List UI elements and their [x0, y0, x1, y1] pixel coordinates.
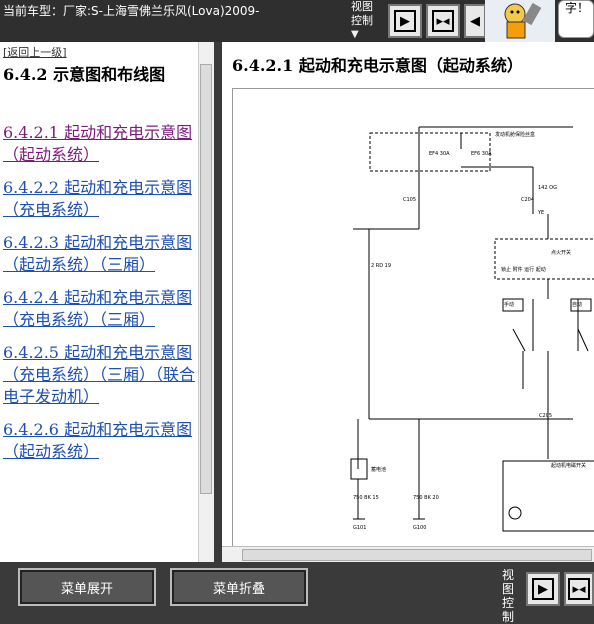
toc-item[interactable]: 6.4.2.2 起动和充电示意图（充电系统） — [3, 177, 195, 221]
toc-item[interactable]: 6.4.2.4 起动和充电示意图（充电系统）（三厢） — [3, 287, 195, 331]
content-panel: 6.4.2.1 起动和充电示意图（起动系统） 发动机舱保险丝盒 EF4 30A … — [222, 42, 594, 562]
svg-text:蓄电池: 蓄电池 — [371, 466, 386, 473]
mascot-image — [485, 0, 555, 42]
panel-divider[interactable] — [214, 42, 222, 562]
expand-horizontal-icon: ▸◂ — [432, 10, 454, 32]
svg-text:C205: C205 — [539, 413, 552, 419]
svg-text:锁止 附件 运行 起动: 锁止 附件 运行 起动 — [501, 266, 546, 273]
svg-text:750 BK 15: 750 BK 15 — [353, 495, 379, 501]
toc-panel: [返回上一级] 6.4.2 示意图和布线图 6.4.2.1 起动和充电示意图（起… — [0, 42, 215, 562]
svg-text:EF6 30A: EF6 30A — [471, 151, 492, 157]
scrollbar-thumb[interactable] — [242, 549, 592, 561]
toc-item[interactable]: 6.4.2.1 起动和充电示意图（起动系统） — [3, 122, 195, 166]
svg-text:发动机舱保险丝盒: 发动机舱保险丝盒 — [495, 131, 535, 138]
callout-text: 字！ — [565, 1, 590, 15]
page-title: 6.4.2.1 起动和充电示意图（起动系统） — [232, 56, 523, 75]
svg-text:750 BK 20: 750 BK 20 — [413, 495, 439, 501]
toc-item[interactable]: 6.4.2.6 起动和充电示意图（起动系统） — [3, 419, 195, 463]
view-control-label-bottom: 视图控制 — [502, 568, 515, 624]
left-arrow-icon: ◀ — [470, 13, 480, 29]
bottom-toolbar: 菜单展开 菜单折叠 视图控制 ▶ ▸◂ — [0, 562, 594, 624]
toc-item[interactable]: 6.4.2.5 起动和充电示意图（充电系统）（三厢）（联合电子发动机） — [3, 342, 195, 408]
svg-text:手动: 手动 — [504, 301, 514, 308]
next-page-button[interactable]: ▶ — [388, 4, 422, 38]
diagram-horizontal-scrollbar[interactable] — [222, 546, 594, 562]
svg-text:142 OG: 142 OG — [538, 185, 557, 191]
wiring-diagram: 发动机舱保险丝盒 EF4 30A EF6 30A C105 C204 142 O… — [232, 88, 594, 549]
svg-text:2 RD 19: 2 RD 19 — [371, 263, 391, 269]
menu-expand-button[interactable]: 菜单展开 — [18, 568, 156, 606]
toc-scrollbar[interactable] — [198, 42, 214, 562]
prev-page-button[interactable]: ◀ — [464, 4, 486, 38]
down-arrow-icon: ▼ — [351, 29, 359, 40]
right-arrow-icon: ▶ — [394, 10, 416, 32]
view-control-label: 视图控制 ▼ — [351, 0, 381, 42]
svg-text:C204: C204 — [521, 197, 534, 203]
svg-text:自动: 自动 — [572, 301, 582, 308]
expand-horizontal-icon: ▸◂ — [568, 578, 590, 600]
scrollbar-thumb[interactable] — [200, 64, 212, 494]
toc-list: 6.4.2.1 起动和充电示意图（起动系统） 6.4.2.2 起动和充电示意图（… — [3, 122, 195, 474]
svg-text:EF4 30A: EF4 30A — [429, 151, 450, 157]
back-link[interactable]: [返回上一级] — [3, 44, 67, 60]
svg-text:G100: G100 — [413, 525, 426, 531]
svg-text:点火开关: 点火开关 — [551, 249, 571, 256]
next-page-button-bottom[interactable]: ▶ — [526, 572, 560, 606]
toc-item[interactable]: 6.4.2.3 起动和充电示意图（起动系统）（三厢） — [3, 232, 195, 276]
right-arrow-icon: ▶ — [532, 578, 554, 600]
view-control-text: 视图控制 — [351, 0, 373, 27]
vehicle-label: 当前车型：厂家:S-上海雪佛兰乐风(Lova)2009- — [3, 4, 260, 18]
top-toolbar: 当前车型：厂家:S-上海雪佛兰乐风(Lova)2009- 视图控制 ▼ ▶ ▸◂… — [0, 0, 594, 42]
svg-text:YE: YE — [537, 210, 544, 216]
svg-text:起动机电磁开关: 起动机电磁开关 — [551, 462, 586, 469]
section-title: 6.4.2 示意图和布线图 — [3, 65, 166, 84]
mascot-callout: 字！ — [558, 0, 594, 38]
svg-text:C105: C105 — [403, 197, 416, 203]
fit-width-button[interactable]: ▸◂ — [426, 4, 460, 38]
menu-collapse-button[interactable]: 菜单折叠 — [170, 568, 308, 606]
fit-width-button-bottom[interactable]: ▸◂ — [564, 572, 594, 606]
svg-text:G101: G101 — [353, 525, 366, 531]
